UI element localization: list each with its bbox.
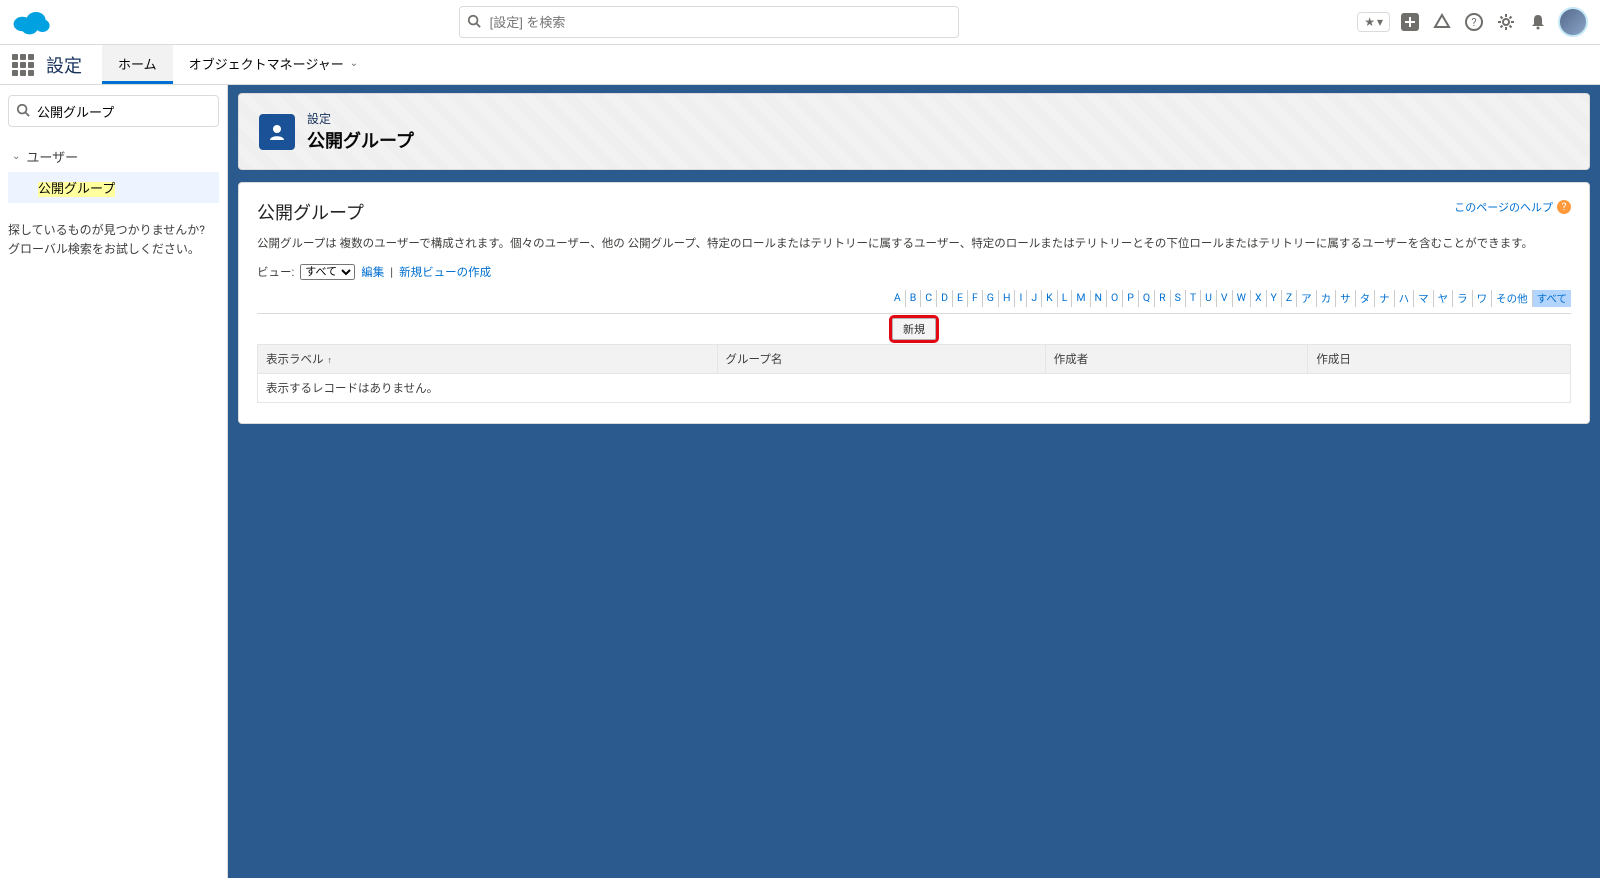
- help-link[interactable]: このページのヘルプ ?: [1454, 199, 1571, 215]
- alpha-filter-item[interactable]: Y: [1267, 290, 1282, 307]
- alpha-filter-item[interactable]: M: [1072, 290, 1090, 307]
- alpha-filter-item[interactable]: S: [1171, 290, 1186, 307]
- setup-sidebar: ⌄ ユーザー 公開グループ 探しているものが見つかりませんか? グローバル検索を…: [0, 85, 228, 878]
- sidebar-search-wrap: [8, 95, 219, 127]
- sidebar-search-input[interactable]: [8, 95, 219, 127]
- alpha-filter-item[interactable]: T: [1186, 290, 1201, 307]
- search-icon: [467, 14, 481, 32]
- alpha-filter-item[interactable]: マ: [1414, 290, 1434, 307]
- create-view-link[interactable]: 新規ビューの作成: [399, 264, 491, 280]
- col-created-date[interactable]: 作成日: [1308, 345, 1571, 374]
- star-icon: ★: [1364, 15, 1375, 29]
- sidebar-hint: 探しているものが見つかりませんか? グローバル検索をお試しください。: [8, 221, 219, 259]
- alpha-filter-item[interactable]: P: [1123, 290, 1139, 307]
- alpha-filter-item[interactable]: J: [1027, 290, 1042, 307]
- table-row: 表示するレコードはありません。: [258, 374, 1571, 403]
- question-icon[interactable]: ?: [1462, 10, 1486, 34]
- col-created-by[interactable]: 作成者: [1045, 345, 1308, 374]
- global-header: ★ ▾ ?: [0, 0, 1600, 45]
- new-button[interactable]: 新規: [892, 318, 936, 340]
- alpha-filter-item[interactable]: ア: [1297, 290, 1317, 307]
- alpha-filter-item[interactable]: ナ: [1375, 290, 1395, 307]
- nav-bar: 設定 ホーム オブジェクトマネージャー ⌄: [0, 45, 1600, 85]
- add-icon[interactable]: [1398, 10, 1422, 34]
- alpha-filter-item[interactable]: W: [1233, 290, 1251, 307]
- view-controls: ビュー: すべて 編集 | 新規ビューの作成: [257, 264, 1571, 280]
- description-text: 公開グループは 複数のユーザーで構成されます。個々のユーザー、他の 公開グループ…: [257, 235, 1571, 252]
- page-title: 公開グループ: [307, 127, 414, 153]
- table-header-row: 表示ラベル↑ グループ名 作成者 作成日: [258, 345, 1571, 374]
- alpha-filter-item[interactable]: ラ: [1453, 290, 1473, 307]
- alpha-filter-item[interactable]: V: [1217, 290, 1233, 307]
- alpha-filter-item[interactable]: R: [1155, 290, 1170, 307]
- button-bar: 新規: [257, 313, 1571, 340]
- chevron-down-icon: ▾: [1377, 15, 1383, 29]
- salesforce-help-icon[interactable]: [1430, 10, 1454, 34]
- page-header: 設定 公開グループ: [238, 93, 1590, 170]
- content-card: 公開グループ このページのヘルプ ? 公開グループは 複数のユーザーで構成されま…: [238, 182, 1590, 424]
- svg-text:?: ?: [1471, 16, 1476, 29]
- alpha-filter-item[interactable]: その他: [1492, 290, 1533, 307]
- tree-item-public-groups[interactable]: 公開グループ: [8, 172, 219, 203]
- main-area: 設定 公開グループ 公開グループ このページのヘルプ ? 公開グループは 複数の…: [228, 85, 1600, 878]
- alpha-filter-item[interactable]: H: [999, 290, 1016, 307]
- alpha-filter-item[interactable]: ワ: [1473, 290, 1493, 307]
- gear-icon[interactable]: [1494, 10, 1518, 34]
- alpha-filter-item[interactable]: I: [1015, 290, 1027, 307]
- tree: ⌄ ユーザー 公開グループ: [8, 141, 219, 203]
- alpha-filter-item[interactable]: F: [968, 290, 983, 307]
- tab-home[interactable]: ホーム: [102, 45, 173, 84]
- global-search-wrap: [459, 6, 959, 38]
- chevron-down-icon: ⌄: [350, 58, 358, 69]
- alpha-filter-item[interactable]: ハ: [1395, 290, 1415, 307]
- edit-view-link[interactable]: 編集: [361, 264, 384, 280]
- alpha-filter-item[interactable]: すべて: [1533, 290, 1571, 307]
- alpha-filter-item[interactable]: D: [937, 290, 953, 307]
- help-icon: ?: [1557, 200, 1571, 214]
- alpha-filter-item[interactable]: B: [906, 290, 922, 307]
- col-group-name[interactable]: グループ名: [717, 345, 1045, 374]
- alphabet-filter: ABCDEFGHIJKLMNOPQRSTUVWXYZアカサタナハマヤラワその他す…: [257, 290, 1571, 307]
- header-actions: ★ ▾ ?: [1357, 7, 1588, 37]
- alpha-filter-item[interactable]: E: [953, 290, 968, 307]
- alpha-filter-item[interactable]: G: [983, 290, 999, 307]
- empty-message: 表示するレコードはありません。: [258, 374, 1571, 403]
- card-title: 公開グループ: [257, 199, 364, 225]
- alpha-filter-item[interactable]: カ: [1317, 290, 1337, 307]
- app-name: 設定: [46, 52, 82, 78]
- alpha-filter-item[interactable]: Z: [1282, 290, 1297, 307]
- alpha-filter-item[interactable]: Q: [1139, 290, 1155, 307]
- bell-icon[interactable]: [1526, 10, 1550, 34]
- tree-section-users[interactable]: ⌄ ユーザー: [8, 141, 219, 172]
- alpha-filter-item[interactable]: ヤ: [1434, 290, 1454, 307]
- user-avatar[interactable]: [1558, 7, 1588, 37]
- chevron-down-icon: ⌄: [12, 151, 20, 162]
- alpha-filter-item[interactable]: U: [1201, 290, 1217, 307]
- favorites-button[interactable]: ★ ▾: [1357, 12, 1390, 32]
- alpha-filter-item[interactable]: O: [1107, 290, 1123, 307]
- global-search-input[interactable]: [459, 6, 959, 38]
- records-table: 表示ラベル↑ グループ名 作成者 作成日 表示するレコードはありません。: [257, 344, 1571, 403]
- tab-object-manager[interactable]: オブジェクトマネージャー ⌄: [173, 45, 374, 84]
- salesforce-logo: [12, 8, 52, 36]
- app-launcher-icon[interactable]: [12, 54, 34, 76]
- alpha-filter-item[interactable]: N: [1091, 290, 1108, 307]
- breadcrumb: 設定: [307, 110, 414, 127]
- alpha-filter-item[interactable]: K: [1042, 290, 1058, 307]
- nav-tabs: ホーム オブジェクトマネージャー ⌄: [102, 45, 374, 84]
- view-select[interactable]: すべて: [300, 264, 355, 280]
- sort-asc-icon: ↑: [328, 356, 333, 366]
- alpha-filter-item[interactable]: X: [1251, 290, 1267, 307]
- alpha-filter-item[interactable]: C: [921, 290, 937, 307]
- people-icon: [259, 114, 295, 150]
- alpha-filter-item[interactable]: A: [890, 290, 906, 307]
- alpha-filter-item[interactable]: タ: [1356, 290, 1376, 307]
- alpha-filter-item[interactable]: サ: [1336, 290, 1356, 307]
- alpha-filter-item[interactable]: L: [1058, 290, 1073, 307]
- col-label[interactable]: 表示ラベル↑: [258, 345, 718, 374]
- search-icon: [16, 103, 30, 121]
- view-label: ビュー:: [257, 264, 294, 280]
